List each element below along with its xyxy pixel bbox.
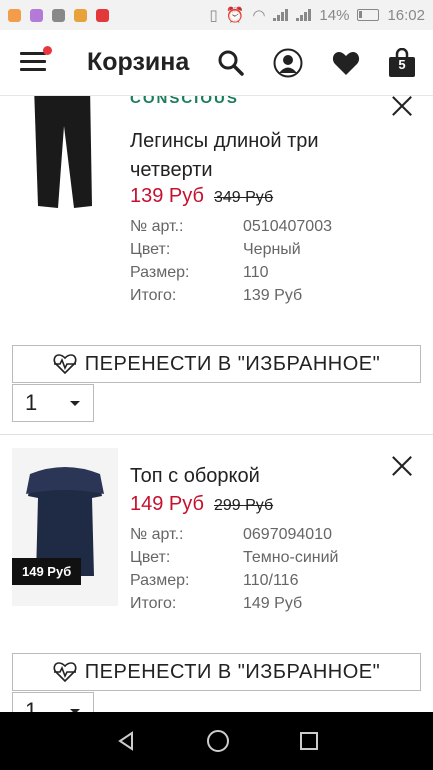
signal-icon: [296, 9, 312, 21]
bag-count-badge: 5: [398, 57, 406, 72]
detail-label: № арт.:: [130, 526, 184, 543]
battery-icon: [357, 9, 380, 21]
gmail-icon: [52, 8, 65, 22]
move-to-favorites-button[interactable]: ПЕРЕНЕСТИ В "ИЗБРАННОЕ": [12, 653, 421, 691]
clock: 16:02: [387, 6, 425, 24]
wifi-icon: ◠: [252, 7, 266, 24]
recents-icon[interactable]: [299, 731, 319, 751]
current-price: 139 Руб: [130, 185, 204, 207]
move-to-favorites-label: ПЕРЕНЕСТИ В "ИЗБРАННОЕ": [84, 352, 381, 375]
divider: [0, 434, 433, 435]
move-to-favorites-button[interactable]: ПЕРЕНЕСТИ В "ИЗБРАННОЕ": [12, 345, 421, 383]
product-name[interactable]: Легинсы длиной три четверти: [130, 127, 380, 185]
heart-pulse-icon: [53, 662, 77, 683]
notification-app-icon: [30, 8, 43, 22]
current-price: 149 Руб: [130, 493, 204, 515]
vibrate-icon: ▯: [209, 7, 218, 24]
detail-value: 149 Руб: [243, 595, 303, 612]
chevron-down-icon: [70, 401, 80, 406]
old-price: 349 Руб: [213, 189, 274, 206]
quantity-select[interactable]: 1: [12, 384, 94, 422]
remove-item-button[interactable]: [390, 454, 414, 478]
detail-value: 0697094010: [243, 526, 332, 543]
back-icon[interactable]: [115, 730, 137, 752]
battery-percent: 14%: [319, 6, 350, 24]
cart-item: 149 Руб Топ с оборкой 149 Руб 299 Руб № а…: [0, 446, 433, 730]
detail-value: Черный: [243, 241, 301, 258]
price-badge: 149 Руб: [12, 558, 82, 585]
home-icon[interactable]: [206, 729, 230, 753]
search-icon[interactable]: [216, 48, 246, 78]
account-icon[interactable]: [273, 48, 303, 78]
detail-value: 139 Руб: [243, 287, 303, 304]
detail-label: Цвет:: [130, 241, 171, 258]
signal-icon: [273, 9, 289, 21]
old-price: 299 Руб: [213, 497, 274, 514]
price-row: 139 Руб 349 Руб: [130, 185, 273, 208]
app-header: Корзина 5: [0, 30, 433, 96]
system-nav-bar: [0, 712, 433, 770]
detail-value: 0510407003: [243, 218, 332, 235]
notification-app-icon: [74, 8, 87, 22]
detail-label: № арт.:: [130, 218, 184, 235]
youtube-icon: [96, 8, 109, 22]
product-name[interactable]: Топ с оборкой: [130, 462, 380, 491]
quantity-value: 1: [25, 390, 38, 415]
menu-button[interactable]: [20, 52, 48, 74]
notification-dot: [43, 46, 52, 55]
detail-label: Итого:: [130, 595, 177, 612]
detail-label: Цвет:: [130, 549, 171, 566]
detail-value: Темно-синий: [243, 549, 339, 566]
status-bar: ▯ ⏰ ◠ 14% 16:02: [0, 0, 433, 30]
detail-value: 110/116: [243, 572, 299, 589]
favorites-heart-icon[interactable]: [331, 48, 361, 78]
product-details: № арт.: 0697094010 Цвет: Темно-синий Разме…: [130, 526, 338, 618]
heart-pulse-icon: [53, 354, 77, 375]
remove-item-button[interactable]: [390, 94, 414, 118]
cart-item: CONSCIOUS Легинсы длиной три четверти 13…: [0, 66, 433, 426]
detail-label: Размер:: [130, 572, 190, 589]
shopping-bag-icon[interactable]: 5: [388, 48, 418, 78]
move-to-favorites-label: ПЕРЕНЕСТИ В "ИЗБРАННОЕ": [84, 660, 381, 683]
product-image[interactable]: 149 Руб: [12, 448, 118, 606]
price-row: 149 Руб 299 Руб: [130, 493, 273, 516]
alarm-icon: ⏰: [225, 7, 245, 24]
product-details: № арт.: 0510407003 Цвет: Черный Размер: 110…: [130, 218, 332, 310]
detail-label: Итого:: [130, 287, 177, 304]
notification-icons: [8, 8, 109, 22]
notification-app-icon: [8, 8, 21, 22]
page-title: Корзина: [87, 48, 190, 76]
detail-value: 110: [243, 264, 269, 281]
detail-label: Размер:: [130, 264, 190, 281]
